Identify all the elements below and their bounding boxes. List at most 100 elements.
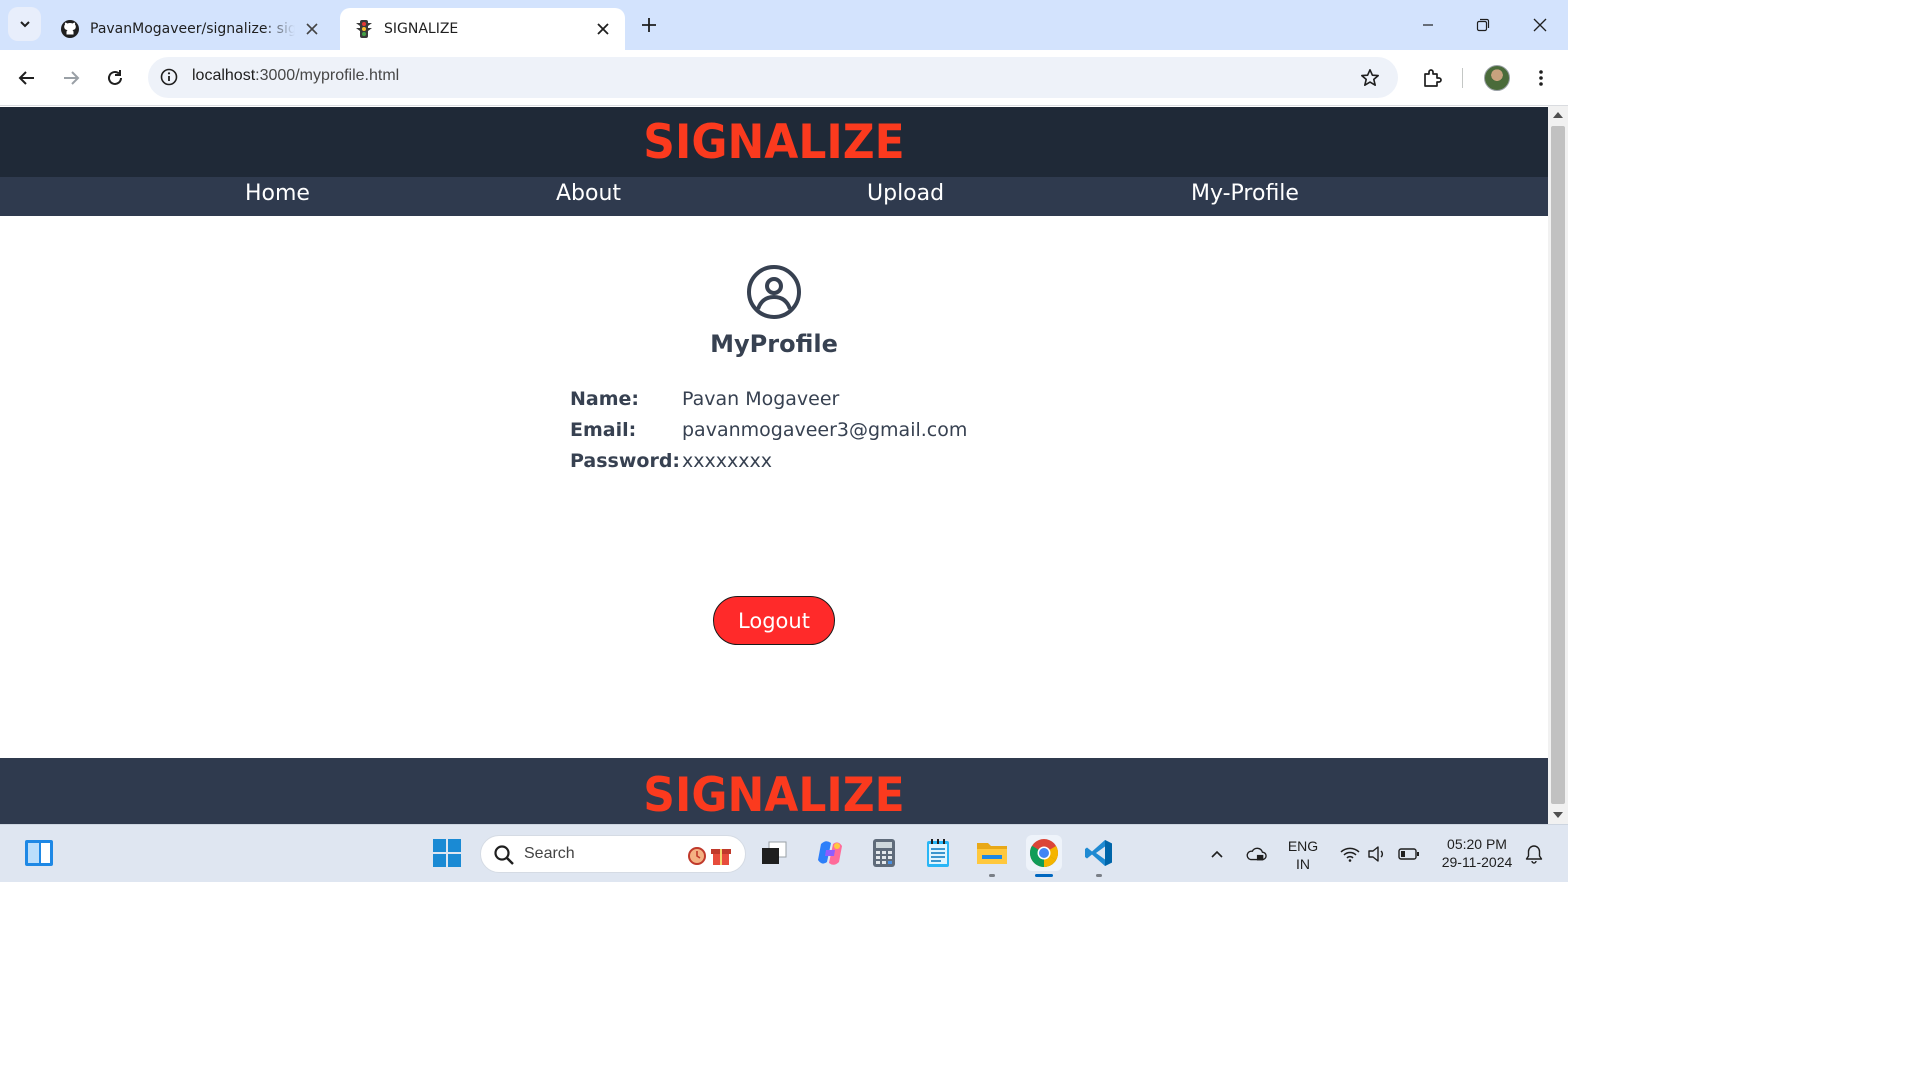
- extensions-button[interactable]: [1417, 63, 1447, 93]
- scroll-down-arrow-icon[interactable]: [1553, 812, 1563, 818]
- tab-search-button[interactable]: [8, 7, 41, 41]
- chevron-up-icon: [1211, 850, 1223, 858]
- user-circle-icon: [747, 265, 801, 319]
- browser-tab-strip: PavanMogaveer/signalize: signa SIGNALIZE: [0, 0, 1568, 50]
- url-path: :3000/myprofile.html: [255, 67, 400, 84]
- speaker-icon: [1368, 846, 1383, 862]
- reload-icon: [108, 70, 122, 85]
- address-bar[interactable]: localhost:3000/myprofile.html: [148, 57, 1398, 98]
- notepad-icon: [927, 839, 949, 867]
- minimize-icon: [1423, 24, 1433, 26]
- widgets-button[interactable]: [21, 835, 57, 871]
- page-scrollbar[interactable]: [1548, 106, 1568, 824]
- close-icon: [1533, 18, 1547, 32]
- battery-button[interactable]: [1398, 843, 1420, 865]
- site-brand-logo: SIGNALIZE: [643, 114, 905, 171]
- notepad-button[interactable]: [920, 835, 956, 871]
- wifi-icon: [1340, 847, 1360, 862]
- nav-my-profile[interactable]: My-Profile: [1191, 181, 1299, 206]
- onedrive-button[interactable]: [1245, 843, 1267, 865]
- puzzle-icon: [1424, 69, 1442, 87]
- running-indicator: [1096, 874, 1102, 877]
- file-explorer-button[interactable]: [974, 835, 1010, 877]
- battery-icon: [1398, 848, 1419, 860]
- clock[interactable]: 05:20 PM 29-11-2024: [1432, 835, 1522, 871]
- notifications-button[interactable]: [1523, 843, 1545, 865]
- close-tab-icon[interactable]: [593, 19, 613, 39]
- chrome-icon: [1029, 839, 1058, 867]
- vscode-button[interactable]: [1081, 835, 1117, 877]
- toolbar-divider: [1462, 68, 1463, 88]
- search-placeholder: Search: [524, 845, 575, 862]
- minimize-button[interactable]: [1413, 10, 1443, 40]
- chrome-taskbar-button[interactable]: [1026, 835, 1062, 877]
- copilot-icon: [818, 841, 842, 865]
- password-label: Password:: [570, 450, 681, 472]
- nav-home[interactable]: Home: [245, 181, 310, 206]
- widgets-icon: [25, 840, 53, 866]
- footer-brand-logo: SIGNALIZE: [643, 767, 905, 824]
- browser-toolbar: localhost:3000/myprofile.html: [0, 50, 1568, 106]
- name-label: Name:: [570, 388, 640, 410]
- site-footer: SIGNALIZE: [0, 758, 1548, 824]
- taskbar-search-box[interactable]: Search: [480, 835, 746, 873]
- show-hidden-icons-button[interactable]: [1206, 843, 1228, 865]
- bell-icon: [1525, 845, 1543, 864]
- scrollbar-thumb[interactable]: [1551, 126, 1565, 804]
- forward-arrow-icon: [64, 71, 80, 85]
- start-button[interactable]: [429, 835, 465, 871]
- site-header: SIGNALIZE: [0, 107, 1548, 177]
- page-viewport: SIGNALIZE Home About Upload My-Profile M…: [0, 106, 1548, 824]
- close-window-button[interactable]: [1525, 10, 1555, 40]
- close-tab-icon[interactable]: [302, 19, 322, 39]
- vscode-icon: [1085, 840, 1112, 866]
- more-vertical-icon: [1539, 70, 1543, 86]
- reload-button[interactable]: [100, 63, 130, 93]
- traffic-light-icon: [354, 19, 374, 39]
- running-indicator-active: [1035, 874, 1053, 877]
- email-label: Email:: [570, 419, 637, 441]
- site-navbar: Home About Upload My-Profile: [0, 177, 1548, 216]
- restore-button[interactable]: [1468, 10, 1498, 40]
- task-view-button[interactable]: [756, 835, 792, 871]
- back-button[interactable]: [12, 63, 42, 93]
- windows-logo-icon: [433, 839, 461, 867]
- search-highlight-icon: [688, 847, 731, 865]
- cloud-icon: [1246, 847, 1267, 861]
- volume-button[interactable]: [1366, 843, 1388, 865]
- forward-button[interactable]: [56, 63, 86, 93]
- search-icon: [494, 845, 514, 865]
- back-arrow-icon: [18, 71, 34, 85]
- logout-button[interactable]: Logout: [713, 596, 835, 645]
- scroll-up-arrow-icon[interactable]: [1553, 112, 1563, 118]
- name-value: Pavan Mogaveer: [682, 388, 840, 410]
- task-view-icon: [762, 841, 787, 864]
- running-indicator: [989, 874, 995, 877]
- profile-avatar[interactable]: [1484, 65, 1510, 91]
- nav-upload[interactable]: Upload: [867, 181, 944, 206]
- browser-tab-signalize[interactable]: SIGNALIZE: [340, 8, 625, 50]
- tab-title: PavanMogaveer/signalize: signa: [90, 21, 295, 37]
- calculator-icon: [873, 839, 895, 867]
- input-language-indicator[interactable]: ENG IN: [1286, 837, 1320, 873]
- clock-time: 05:20 PM: [1447, 836, 1507, 852]
- wifi-status-button[interactable]: [1339, 843, 1361, 865]
- copilot-button[interactable]: [812, 835, 848, 871]
- bookmark-star-icon[interactable]: [1358, 66, 1382, 90]
- profile-heading: MyProfile: [710, 330, 838, 358]
- browser-tab-github[interactable]: PavanMogaveer/signalize: signa: [46, 8, 334, 50]
- restore-icon: [1476, 18, 1490, 32]
- clock-date: 29-11-2024: [1441, 854, 1513, 870]
- calculator-button[interactable]: [866, 835, 902, 871]
- browser-menu-button[interactable]: [1526, 63, 1556, 93]
- site-info-icon[interactable]: [158, 66, 180, 88]
- address-url[interactable]: localhost:3000/myprofile.html: [192, 67, 399, 85]
- nav-about[interactable]: About: [556, 181, 621, 206]
- region-code: IN: [1296, 856, 1310, 872]
- new-tab-button[interactable]: [637, 13, 661, 37]
- folder-icon: [977, 843, 1007, 864]
- url-host: localhost: [192, 67, 256, 84]
- password-value: xxxxxxxx: [682, 450, 772, 472]
- github-icon: [60, 19, 80, 39]
- chevron-down-icon: [19, 21, 30, 28]
